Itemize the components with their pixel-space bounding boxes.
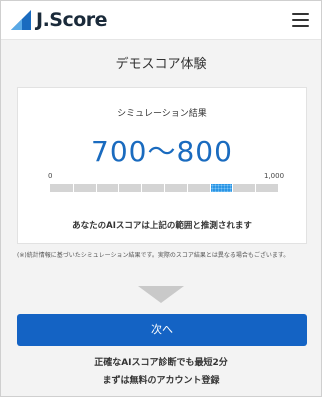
scale-min-label: 0 — [48, 172, 53, 180]
score-bar-tick — [255, 184, 256, 192]
header: J.Score — [1, 1, 321, 40]
score-bar-fill — [211, 184, 232, 192]
footer-line-2: まずは無料のアカウント登録 — [102, 376, 220, 386]
scale-max-label: 1,000 — [264, 172, 285, 180]
score-bar-tick — [187, 184, 188, 192]
score-range: 700～800 — [91, 135, 233, 168]
app-frame: J.Score デモスコア体験 シミュレーション結果 700～800 0 1,0… — [0, 0, 322, 397]
score-bar-tick — [73, 184, 74, 192]
logo[interactable]: J.Score — [9, 8, 108, 32]
result-label: シミュレーション結果 — [117, 109, 207, 119]
score-bar-tick — [118, 184, 119, 192]
jscore-logo-icon — [11, 10, 31, 30]
score-bar — [50, 184, 278, 192]
hamburger-menu-icon[interactable] — [292, 13, 309, 27]
down-arrow-icon — [138, 286, 184, 303]
score-bar-tick — [96, 184, 97, 192]
footer-line-1: 正確なAIスコア診断でも最短2分 — [94, 358, 228, 368]
logo-text: J.Score — [36, 9, 108, 31]
score-bar-tick — [232, 184, 233, 192]
score-bar-tick — [141, 184, 142, 192]
score-bar-tick — [164, 184, 165, 192]
disclaimer-text: (※)統計情報に基づいたシミュレーション結果です。実際のスコア結果とは異なる場合… — [17, 252, 290, 259]
result-card: シミュレーション結果 700～800 0 1,000 あなたのAIスコアは上記の… — [17, 87, 307, 244]
result-note: あなたのAIスコアは上記の範囲と推測されます — [72, 221, 252, 231]
page-title: デモスコア体験 — [115, 57, 207, 72]
next-button[interactable]: 次へ — [17, 314, 307, 346]
